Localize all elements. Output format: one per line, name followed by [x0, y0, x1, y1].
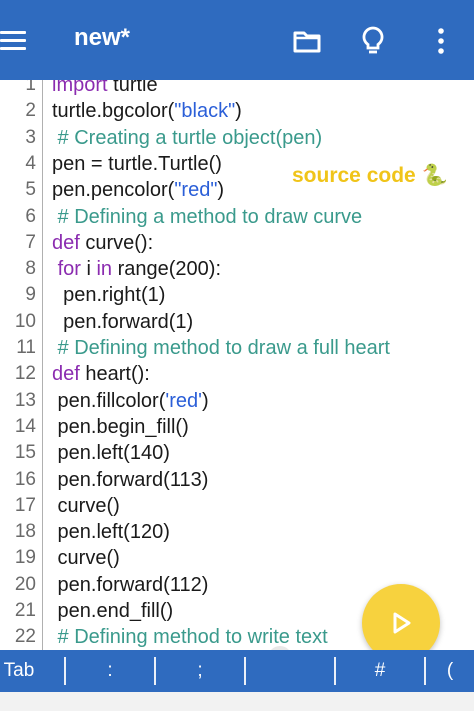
code-line[interactable]: 11 # Defining method to draw a full hear…	[0, 335, 474, 361]
menu-icon[interactable]	[0, 22, 30, 58]
code-line[interactable]: 8 for i in range(200):	[0, 256, 474, 282]
line-number: 20	[14, 573, 36, 595]
folder-icon[interactable]	[290, 24, 324, 58]
key-open-paren[interactable]: (	[426, 650, 474, 692]
bottom-strip	[0, 692, 474, 711]
code-line[interactable]: 10 pen.forward(1)	[0, 309, 474, 335]
top-app-bar: new*	[0, 0, 474, 80]
line-number: 1	[25, 80, 36, 95]
code-text[interactable]: pen.forward(112)	[52, 572, 209, 598]
code-text[interactable]: pen.right(1)	[52, 282, 165, 308]
line-number: 16	[14, 468, 36, 490]
line-number: 12	[14, 363, 36, 385]
line-number: 14	[14, 415, 36, 437]
line-number: 22	[14, 626, 36, 648]
code-editor-app: new* 1 import turtle 2 turtle.bgcolor("blac…	[0, 0, 474, 711]
key-separator	[424, 657, 426, 685]
code-line[interactable]: 7 def curve():	[0, 230, 474, 256]
line-number: 3	[25, 126, 36, 148]
file-title: new*	[74, 24, 131, 51]
line-number: 19	[14, 547, 36, 569]
key-empty[interactable]	[246, 650, 334, 692]
code-text[interactable]: def curve():	[52, 230, 153, 256]
lightbulb-icon[interactable]	[356, 24, 390, 58]
code-text[interactable]: for i in range(200):	[52, 256, 221, 282]
key-separator	[64, 657, 66, 685]
code-text[interactable]: # Defining method to write text	[52, 624, 328, 650]
line-number: 7	[25, 231, 36, 253]
play-icon	[393, 612, 411, 634]
code-line[interactable]: 3 # Creating a turtle object(pen)	[0, 125, 474, 151]
line-number: 9	[25, 284, 36, 306]
code-text[interactable]: import turtle	[52, 80, 158, 98]
code-line[interactable]: 17 curve()	[0, 493, 474, 519]
key-separator	[334, 657, 336, 685]
code-text[interactable]: pen.end_fill()	[52, 598, 174, 624]
code-text[interactable]: turtle.bgcolor("black")	[52, 98, 242, 124]
code-line[interactable]: 1 import turtle	[0, 80, 474, 98]
code-text[interactable]: # Creating a turtle object(pen)	[52, 125, 323, 151]
line-number: 11	[16, 337, 36, 358]
line-number: 6	[25, 205, 36, 227]
code-line[interactable]: 14 pen.begin_fill()	[0, 414, 474, 440]
code-text[interactable]: curve()	[52, 493, 120, 519]
code-line[interactable]: 2 turtle.bgcolor("black")	[0, 98, 474, 124]
source-code-label: source code 🐍	[292, 164, 448, 187]
code-text[interactable]: # Defining method to draw a full heart	[52, 335, 390, 361]
code-line[interactable]: 15 pen.left(140)	[0, 440, 474, 466]
line-number: 18	[14, 521, 36, 543]
code-text[interactable]: # Defining a method to draw curve	[52, 204, 363, 230]
code-text[interactable]: pen.left(140)	[52, 440, 170, 466]
code-line[interactable]: 19 curve()	[0, 545, 474, 571]
code-text[interactable]: pen = turtle.Turtle()	[52, 151, 222, 177]
code-text[interactable]: def heart():	[52, 361, 150, 387]
line-number: 2	[25, 100, 36, 122]
line-number: 10	[14, 310, 36, 332]
code-line[interactable]: 13 pen.fillcolor('red')	[0, 388, 474, 414]
key-hash[interactable]: #	[336, 650, 424, 692]
code-text[interactable]: pen.left(120)	[52, 519, 170, 545]
code-text[interactable]: pen.pencolor("red")	[52, 177, 224, 203]
code-line[interactable]: 12 def heart():	[0, 361, 474, 387]
line-number: 21	[14, 600, 36, 621]
line-number: 4	[25, 152, 36, 174]
line-number: 13	[14, 389, 36, 411]
code-text[interactable]: pen.begin_fill()	[52, 414, 189, 440]
code-text[interactable]: pen.forward(113)	[52, 467, 209, 493]
key-separator	[154, 657, 156, 685]
code-text[interactable]: curve()	[52, 545, 120, 571]
key-colon[interactable]: :	[66, 650, 154, 692]
code-line[interactable]: 9 pen.right(1)	[0, 282, 474, 308]
code-line[interactable]: 16 pen.forward(113)	[0, 467, 474, 493]
line-number: 8	[25, 258, 36, 280]
line-number: 15	[14, 442, 36, 464]
code-text[interactable]: pen.forward(1)	[52, 309, 193, 335]
key-semicolon[interactable]: ;	[156, 650, 244, 692]
line-number: 17	[14, 494, 36, 516]
line-number: 5	[25, 179, 36, 201]
code-line[interactable]: 6 # Defining a method to draw curve	[0, 204, 474, 230]
key-tab[interactable]: Tab	[0, 650, 38, 692]
code-text[interactable]: pen.fillcolor('red')	[52, 388, 209, 414]
more-vert-icon[interactable]	[424, 24, 458, 58]
symbol-bar: Tab : ; # (	[0, 650, 474, 692]
code-line[interactable]: 18 pen.left(120)	[0, 519, 474, 545]
key-separator	[244, 657, 246, 685]
